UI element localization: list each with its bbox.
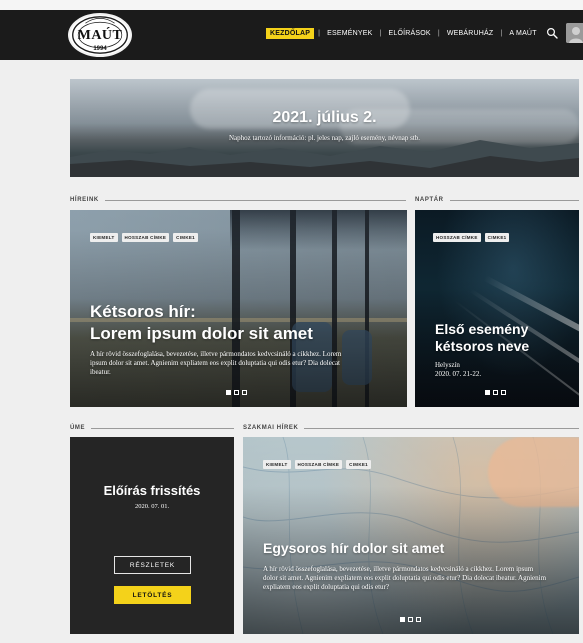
event-datetime: 2020. 07. 21-22.	[435, 369, 482, 378]
search-icon[interactable]	[546, 27, 558, 39]
logo-text: MAÚT	[77, 28, 123, 43]
professional-summary: A hír rövid összefoglalása, bevezetése, …	[263, 565, 547, 591]
news-title-line-2: Lorem ipsum dolor sit amet	[90, 323, 313, 343]
slider-dot[interactable]	[400, 617, 405, 622]
section-title: ÚME	[70, 425, 86, 431]
slider-dot[interactable]	[493, 390, 498, 395]
section-divider	[449, 199, 579, 201]
slider-dot[interactable]	[242, 390, 247, 395]
event-title-line-2: kétsoros neve	[435, 337, 530, 354]
event-title[interactable]: Első esemény kétsoros neve	[435, 322, 575, 353]
nav-separator: |	[437, 29, 440, 37]
section-label-calendar: NAPTÁR	[415, 197, 579, 203]
nav-separator: |	[500, 29, 503, 37]
news-summary: A hír rövid összefoglalása, bevezetése, …	[90, 350, 342, 376]
section-label-news: HÍREINK	[70, 197, 406, 203]
hero-banner: 2021. július 2. Naphoz tartozó informáci…	[70, 79, 579, 177]
news-card[interactable]: KIEMELT HOSSZAB CÍMKE CIMKE1 Kétsoros hí…	[70, 210, 407, 407]
site-header: MAÚT 1994 KEZDŐLAP | ESEMÉNYEK | ELŐÍRÁS…	[0, 10, 583, 60]
hero-date: 2021. július 2.	[272, 109, 377, 126]
top-strip	[0, 0, 583, 10]
event-title-line-1: Első esemény	[435, 321, 529, 337]
professional-news-card[interactable]: KIEMELT HOSSZAB CÍMKE CIMKE1 Egysoros hí…	[243, 437, 579, 634]
nav-esemenyek[interactable]: ESEMÉNYEK	[324, 30, 375, 37]
tag[interactable]: HOSSZAB CÍMKE	[294, 460, 343, 469]
nav-webaruhaz[interactable]: WEBÁRUHÁZ	[444, 30, 497, 37]
slider-dot[interactable]	[226, 390, 231, 395]
calendar-tags: HOSSZAB CÍMKE CIMKE1	[433, 233, 510, 242]
ume-title: Előírás frissítés	[103, 483, 201, 498]
section-divider	[91, 427, 234, 429]
section-divider	[304, 427, 579, 429]
event-location: Helyszín	[435, 361, 460, 369]
nav-kezdolap[interactable]: KEZDŐLAP	[266, 27, 315, 39]
tag[interactable]: CIMKE1	[484, 233, 510, 242]
event-meta: Helyszín 2020. 07. 21-22.	[435, 361, 575, 379]
search-icon-glyph	[546, 27, 558, 39]
news-tags: KIEMELT HOSSZAB CÍMKE CIMKE1	[90, 233, 198, 242]
professional-tags: KIEMELT HOSSZAB CÍMKE CIMKE1	[263, 460, 371, 469]
section-divider	[104, 199, 406, 201]
user-icon	[565, 23, 583, 43]
tag[interactable]: HOSSZAB CÍMKE	[121, 233, 170, 242]
download-button[interactable]: LETÖLTÉS	[114, 586, 191, 604]
slider-dot[interactable]	[234, 390, 239, 395]
news-title-line-1: Kétsoros hír:	[90, 302, 196, 321]
calendar-slider-dots	[485, 390, 506, 395]
details-button[interactable]: RÉSZLETEK	[114, 556, 191, 574]
news-slider-dots	[226, 390, 247, 395]
professional-title[interactable]: Egysoros hír dolor sit amet	[263, 541, 573, 556]
nav-separator: |	[318, 29, 321, 37]
tag[interactable]: HOSSZAB CÍMKE	[433, 233, 481, 242]
section-label-professional: SZAKMAI HÍREK	[243, 425, 579, 431]
slider-dot[interactable]	[416, 617, 421, 622]
user-avatar[interactable]	[565, 23, 583, 43]
slider-dot[interactable]	[485, 390, 490, 395]
slider-dot[interactable]	[501, 390, 506, 395]
section-title: NAPTÁR	[415, 197, 444, 203]
news-title[interactable]: Kétsoros hír: Lorem ipsum dolor sit amet	[90, 303, 390, 343]
nav-eloirasok[interactable]: ELŐÍRÁSOK	[386, 30, 434, 37]
nav-separator: |	[379, 29, 382, 37]
slider-dot[interactable]	[408, 617, 413, 622]
professional-slider-dots	[400, 617, 421, 622]
logo-year: 1994	[93, 46, 107, 52]
nav-a-maut[interactable]: A MAÚT	[506, 30, 539, 37]
ume-date: 2020. 07. 01.	[134, 503, 170, 510]
section-title: HÍREINK	[70, 197, 99, 203]
section-label-ume: ÚME	[70, 425, 234, 431]
hero-landscape	[70, 140, 579, 177]
calendar-card[interactable]: HOSSZAB CÍMKE CIMKE1 Első esemény kétsor…	[415, 210, 579, 407]
maut-logo[interactable]: MAÚT 1994	[68, 13, 132, 57]
tag[interactable]: KIEMELT	[263, 460, 291, 469]
tag[interactable]: KIEMELT	[90, 233, 118, 242]
main-navigation: KEZDŐLAP | ESEMÉNYEK | ELŐÍRÁSOK | WEBÁR…	[266, 23, 583, 43]
hero-subtitle: Naphoz tartozó információ: pl. jeles nap…	[228, 134, 420, 142]
ume-card: Előírás frissítés 2020. 07. 01. RÉSZLETE…	[70, 437, 234, 634]
tag[interactable]: CIMKE1	[173, 233, 198, 242]
tag[interactable]: CIMKE1	[346, 460, 371, 469]
section-title: SZAKMAI HÍREK	[243, 425, 299, 431]
